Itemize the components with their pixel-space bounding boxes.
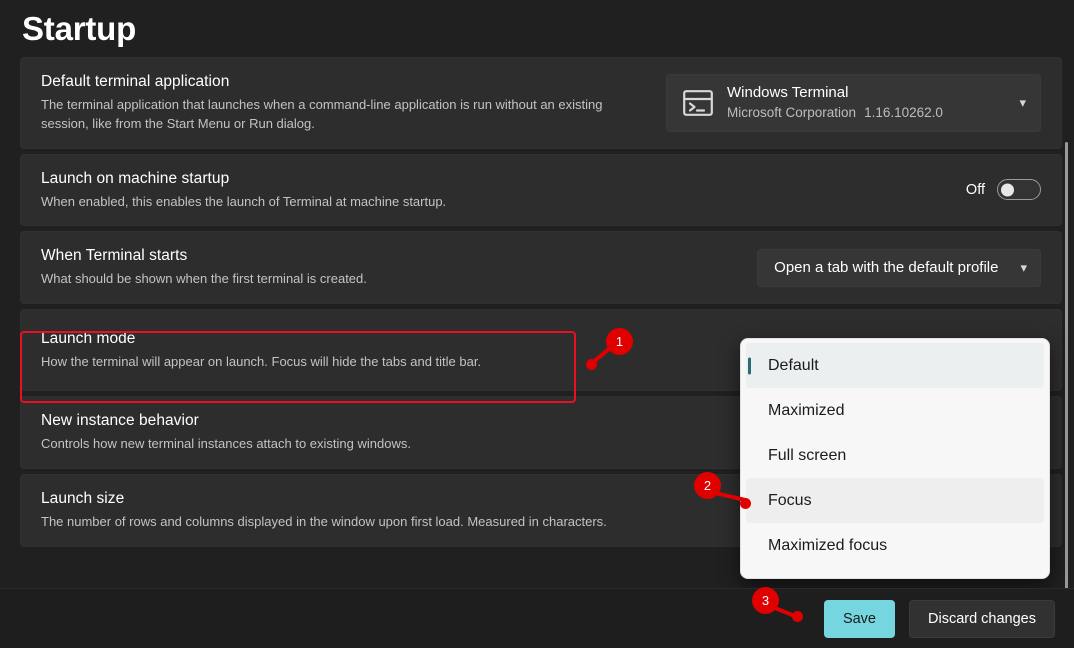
setting-text: Launch mode How the terminal will appear… xyxy=(41,315,481,386)
terminal-icon xyxy=(683,89,713,116)
dropdown-option-focus[interactable]: Focus xyxy=(746,478,1044,523)
setting-row-when-terminal-starts: When Terminal starts What should be show… xyxy=(20,231,1062,305)
setting-text: Launch size The number of rows and colum… xyxy=(41,475,607,546)
action-bar: Save Discard changes xyxy=(0,588,1074,648)
startup-settings-page: Startup Default terminal application The… xyxy=(0,0,1074,648)
scrollbar-thumb[interactable] xyxy=(1065,142,1068,597)
dropdown-option-maximized-focus[interactable]: Maximized focus xyxy=(746,523,1044,568)
default-terminal-application-combobox[interactable]: Windows Terminal Microsoft Corporation 1.… xyxy=(666,73,1041,132)
launch-on-startup-toggle-group[interactable]: Off xyxy=(965,179,1041,201)
combobox-value: Open a tab with the default profile xyxy=(774,259,999,277)
setting-title: Launch size xyxy=(41,489,125,507)
launch-on-startup-toggle[interactable] xyxy=(997,179,1041,201)
dropdown-option-maximized[interactable]: Maximized xyxy=(746,388,1044,433)
annotation-badge: 1 xyxy=(606,328,633,355)
setting-text: New instance behavior Controls how new t… xyxy=(41,397,411,468)
dropdown-option-label: Full screen xyxy=(768,446,847,464)
setting-description: The number of rows and columns displayed… xyxy=(41,513,607,529)
discard-changes-button[interactable]: Discard changes xyxy=(909,599,1055,638)
setting-description: How the terminal will appear on launch. … xyxy=(41,353,482,369)
app-name: Windows Terminal xyxy=(727,84,849,102)
dropdown-option-label: Focus xyxy=(768,491,812,509)
setting-description: The terminal application that launches w… xyxy=(41,96,603,131)
chevron-down-icon: ▾ xyxy=(1020,259,1027,275)
setting-row-default-terminal-application: Default terminal application The termina… xyxy=(20,57,1062,149)
toggle-state-label: Off xyxy=(965,181,985,198)
dropdown-option-default[interactable]: Default xyxy=(746,343,1044,388)
dropdown-option-label: Default xyxy=(768,356,819,374)
setting-row-launch-on-machine-startup: Launch on machine startup When enabled, … xyxy=(20,153,1062,227)
chevron-down-icon: ▾ xyxy=(1019,94,1026,110)
setting-title: Launch on machine startup xyxy=(41,169,230,187)
vertical-scrollbar[interactable] xyxy=(1062,57,1072,597)
setting-text: When Terminal starts What should be show… xyxy=(41,232,367,303)
app-info: Windows Terminal Microsoft Corporation 1.… xyxy=(727,83,1009,122)
app-publisher-version: Microsoft Corporation 1.16.10262.0 xyxy=(727,104,1009,122)
app-publisher: Microsoft Corporation xyxy=(727,104,857,120)
annotation-badge: 2 xyxy=(694,472,721,499)
dropdown-option-full-screen[interactable]: Full screen xyxy=(746,433,1044,478)
dropdown-option-label: Maximized focus xyxy=(768,536,888,554)
app-version: 1.16.10262.0 xyxy=(864,104,943,120)
setting-description: Controls how new terminal instances atta… xyxy=(41,436,411,452)
setting-text: Launch on machine startup When enabled, … xyxy=(41,155,446,226)
setting-title: Launch mode xyxy=(41,329,136,347)
setting-title: Default terminal application xyxy=(41,73,230,90)
setting-text: Default terminal application The termina… xyxy=(41,58,651,148)
toggle-knob xyxy=(1001,183,1014,197)
when-terminal-starts-combobox[interactable]: Open a tab with the default profile ▾ xyxy=(757,248,1041,287)
setting-title: When Terminal starts xyxy=(41,247,188,265)
save-button[interactable]: Save xyxy=(823,599,895,638)
launch-mode-dropdown: Default Maximized Full screen Focus Maxi… xyxy=(740,338,1050,579)
dropdown-option-label: Maximized xyxy=(768,401,845,419)
setting-title: New instance behavior xyxy=(41,412,199,430)
setting-description: When enabled, this enables the launch of… xyxy=(41,193,447,209)
page-title: Startup xyxy=(22,10,137,47)
annotation-badge: 3 xyxy=(752,587,779,614)
setting-description: What should be shown when the first term… xyxy=(41,271,367,287)
